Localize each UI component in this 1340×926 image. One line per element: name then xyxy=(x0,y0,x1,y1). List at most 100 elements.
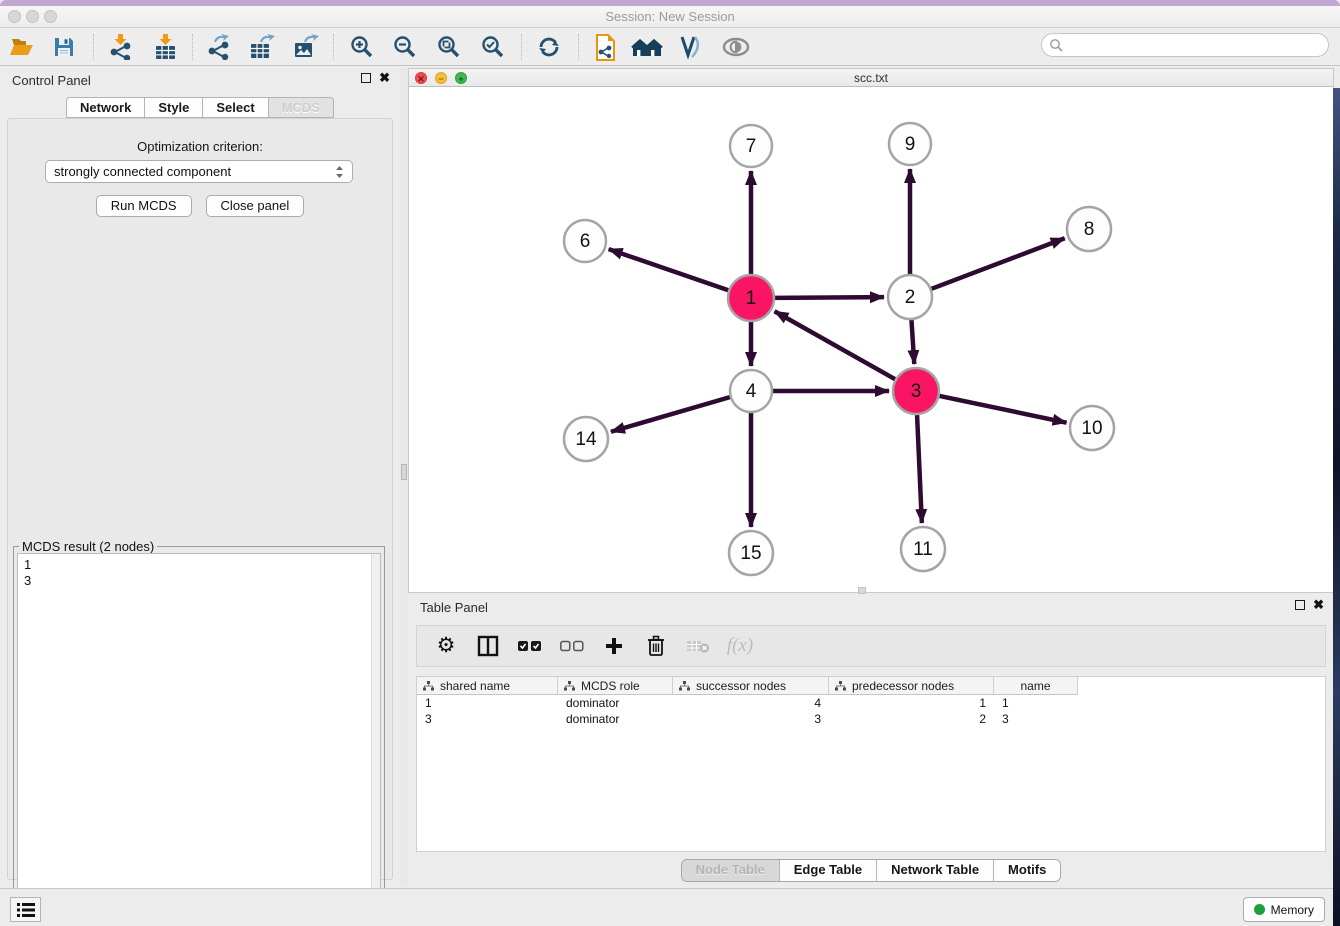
import-network-icon[interactable] xyxy=(103,33,137,61)
graph-node-6[interactable]: 6 xyxy=(564,220,606,262)
tab-edge-table[interactable]: Edge Table xyxy=(779,860,876,881)
graph-node-label: 14 xyxy=(575,429,597,450)
column-header-MCDS-role[interactable]: MCDS role xyxy=(558,677,673,695)
open-file-icon[interactable] xyxy=(5,33,39,61)
graph-node-7[interactable]: 7 xyxy=(730,125,772,167)
column-header-successor-nodes[interactable]: successor nodes xyxy=(673,677,829,695)
table-cell[interactable]: 3 xyxy=(673,711,829,727)
network-canvas[interactable]: 7 9 6 8 1 2 4 3 14 10 15 11 xyxy=(409,88,1333,592)
table-cell[interactable]: 1 xyxy=(829,695,994,711)
table-row[interactable]: 3dominator323 xyxy=(417,711,1325,727)
mcds-result-legend: MCDS result (2 nodes) xyxy=(19,539,157,554)
zoom-fit-icon[interactable] xyxy=(432,33,466,61)
graph-edge-4-14[interactable] xyxy=(611,397,730,432)
export-table-icon[interactable] xyxy=(244,33,278,61)
import-table-icon[interactable] xyxy=(148,33,182,61)
graph-edge-3-11[interactable] xyxy=(917,415,922,523)
graph-node-11[interactable]: 11 xyxy=(901,527,945,571)
memory-label: Memory xyxy=(1271,903,1314,917)
float-panel-icon[interactable] xyxy=(361,73,371,83)
network-view-titlebar[interactable]: ✕ − + scc.txt xyxy=(409,69,1333,87)
graph-node-10[interactable]: 10 xyxy=(1070,406,1114,450)
table-options-icon[interactable]: ⚙ xyxy=(433,633,459,659)
tab-node-table[interactable]: Node Table xyxy=(682,860,779,881)
table-cell[interactable]: 2 xyxy=(829,711,994,727)
column-header-name[interactable]: name xyxy=(994,677,1078,695)
graph-node-2[interactable]: 2 xyxy=(888,275,932,319)
graph-edge-2-8[interactable] xyxy=(932,238,1065,289)
add-column-icon[interactable] xyxy=(601,633,627,659)
toolbar-search[interactable] xyxy=(1041,33,1329,57)
status-bar: Memory xyxy=(0,888,1334,926)
graph-node-14[interactable]: 14 xyxy=(564,417,608,461)
refresh-view-icon[interactable] xyxy=(532,33,566,61)
search-input[interactable] xyxy=(1063,38,1328,52)
close-table-panel-icon[interactable]: ✖ xyxy=(1313,600,1324,610)
select-all-icon[interactable] xyxy=(517,633,543,659)
memory-button[interactable]: Memory xyxy=(1243,897,1325,922)
table-cell[interactable]: 1 xyxy=(994,695,1078,711)
float-table-panel-icon[interactable] xyxy=(1295,600,1305,610)
close-panel-icon[interactable]: ✖ xyxy=(379,73,390,83)
control-tab-style[interactable]: Style xyxy=(145,97,203,118)
graph-node-8[interactable]: 8 xyxy=(1067,207,1111,251)
task-history-button[interactable] xyxy=(10,897,41,922)
graph-node-label: 8 xyxy=(1084,219,1095,240)
run-mcds-button[interactable]: Run MCDS xyxy=(96,195,192,217)
deselect-all-icon[interactable] xyxy=(559,633,585,659)
tab-network-table[interactable]: Network Table xyxy=(876,860,993,881)
new-network-from-selection-icon[interactable] xyxy=(588,33,622,61)
result-scrollbar[interactable] xyxy=(371,554,380,921)
delete-column-icon[interactable] xyxy=(643,633,669,659)
horizontal-splitter-handle[interactable] xyxy=(858,587,866,594)
control-tab-mcds[interactable]: MCDS xyxy=(269,97,334,118)
graph-node-9[interactable]: 9 xyxy=(889,123,931,165)
mcds-result-area[interactable]: 13 xyxy=(17,553,381,922)
window-titlebar[interactable]: Session: New Session xyxy=(0,6,1340,28)
control-tab-network[interactable]: Network xyxy=(66,97,145,118)
close-panel-button[interactable]: Close panel xyxy=(206,195,305,217)
zoom-in-icon[interactable] xyxy=(345,33,379,61)
graph-node-4[interactable]: 4 xyxy=(730,370,772,412)
export-network-icon[interactable] xyxy=(201,33,235,61)
table-cell[interactable]: 1 xyxy=(417,695,558,711)
show-hide-graphics-icon[interactable] xyxy=(719,33,753,61)
apply-style-icon[interactable] xyxy=(674,33,708,61)
graph-node-15[interactable]: 15 xyxy=(729,531,773,575)
table-cell[interactable]: dominator xyxy=(558,711,673,727)
table-cell[interactable]: dominator xyxy=(558,695,673,711)
graph-edge-3-10[interactable] xyxy=(939,396,1066,423)
table-cell[interactable]: 3 xyxy=(994,711,1078,727)
graph-node-1[interactable]: 1 xyxy=(728,275,774,321)
splitter-handle[interactable] xyxy=(401,464,407,480)
tab-motifs[interactable]: Motifs xyxy=(993,860,1060,881)
graph-edge-3-1[interactable] xyxy=(775,311,896,379)
tree-icon xyxy=(679,681,690,691)
tree-icon xyxy=(564,681,575,691)
function-builder-icon[interactable]: f(x) xyxy=(727,633,753,659)
criterion-dropdown[interactable]: strongly connected component xyxy=(45,160,353,183)
apply-preferred-layout-icon[interactable] xyxy=(630,33,664,61)
graph-edge-1-2[interactable] xyxy=(775,297,884,298)
graph-edge-2-3[interactable] xyxy=(911,320,914,364)
graph-node-label: 11 xyxy=(913,539,933,560)
vertical-splitter[interactable] xyxy=(400,68,408,887)
graph-node-3[interactable]: 3 xyxy=(893,368,939,414)
node-table[interactable]: shared nameMCDS rolesuccessor nodes prede… xyxy=(416,676,1326,852)
column-header-predecessor-nodes[interactable]: predecessor nodes xyxy=(829,677,994,695)
control-tab-select[interactable]: Select xyxy=(203,97,268,118)
zoom-selected-icon[interactable] xyxy=(476,33,510,61)
graph-edge-1-6[interactable] xyxy=(609,249,729,290)
show-columns-icon[interactable] xyxy=(475,633,501,659)
column-header-shared-name[interactable]: shared name xyxy=(417,677,558,695)
table-row[interactable]: 1dominator411 xyxy=(417,695,1325,711)
table-cell[interactable]: 3 xyxy=(417,711,558,727)
save-session-icon[interactable] xyxy=(47,33,81,61)
table-cell[interactable]: 4 xyxy=(673,695,829,711)
dropdown-stepper-icon xyxy=(335,165,344,179)
zoom-out-icon[interactable] xyxy=(388,33,422,61)
column-header-label: predecessor nodes xyxy=(852,679,954,693)
table-panel-title: Table Panel xyxy=(420,600,488,615)
export-image-icon[interactable] xyxy=(288,33,322,61)
delete-table-icon[interactable] xyxy=(685,633,711,659)
